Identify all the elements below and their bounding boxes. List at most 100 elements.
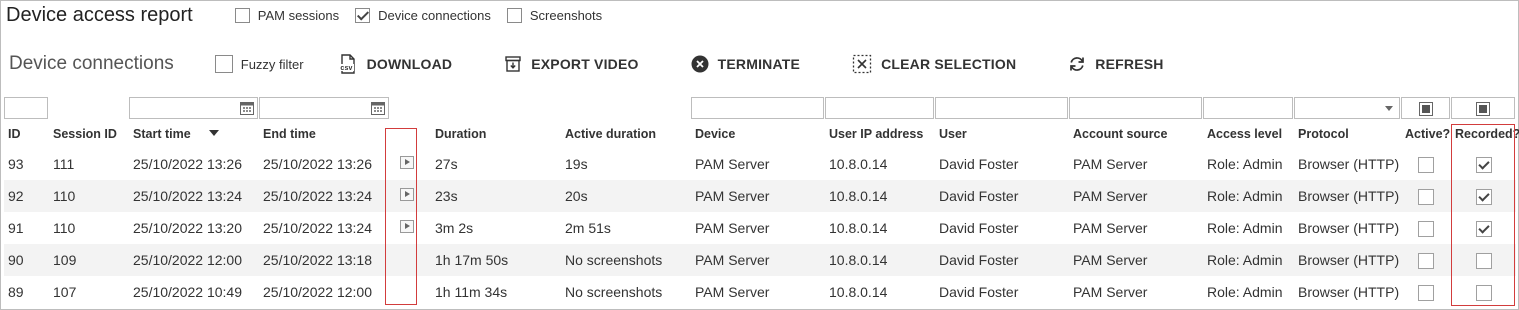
cell-recorded [1451,148,1516,180]
indeterminate-checkbox-icon[interactable] [1418,102,1433,116]
fuzzy-filter-toggle[interactable]: Fuzzy filter [214,55,304,73]
cell-device[interactable]: PAM Server [691,244,825,276]
cell-account-source[interactable]: PAM Server [1069,244,1203,276]
screenshots-checkbox[interactable] [506,7,522,23]
access-level-filter-input[interactable] [1203,97,1293,119]
cell-device[interactable]: PAM Server [691,276,825,308]
col-active[interactable]: Active? [1401,120,1451,148]
active-checkbox [1418,188,1434,205]
cell-account-source[interactable]: PAM Server [1069,148,1203,180]
user-filter-input[interactable] [935,97,1068,119]
cell-active-duration: No screenshots [565,284,663,300]
cell-user-ip: 10.8.0.14 [829,156,888,172]
recorded-filter-toggle[interactable] [1451,97,1515,119]
clear-selection-icon [852,54,872,74]
cell-session-id: 107 [53,284,77,300]
csv-file-icon: csv [338,54,355,74]
cell-account-source[interactable]: PAM Server [1069,180,1203,212]
protocol-filter-select[interactable] [1294,97,1400,119]
clear-selection-label: CLEAR SELECTION [881,56,1017,72]
col-account-source[interactable]: Account source [1069,120,1203,148]
active-filter-toggle[interactable] [1401,97,1450,119]
active-checkbox [1418,284,1434,301]
download-button[interactable]: csv DOWNLOAD [338,54,453,74]
col-session-id[interactable]: Session ID [49,120,129,148]
export-video-button[interactable]: EXPORT VIDEO [504,55,638,73]
start-time-filter-input[interactable] [129,97,258,119]
cell-user[interactable]: David Foster [935,212,1069,244]
col-user[interactable]: User [935,120,1069,148]
cell-device[interactable]: PAM Server [691,180,825,212]
col-id[interactable]: ID [4,120,49,148]
cell-duration: 27s [435,156,458,172]
cell-protocol: Browser (HTTP) [1294,180,1401,212]
play-icon[interactable] [400,156,414,169]
cell-device[interactable]: PAM Server [691,212,825,244]
chevron-down-icon[interactable] [1385,106,1393,111]
connections-table: ID Session ID Start time End time Durati… [4,96,1519,308]
cell-active-duration: No screenshots [561,244,691,276]
cell-end-time: 25/10/2022 12:00 [263,284,372,300]
cell-playback [390,180,431,212]
section-title: Device connections [9,53,174,74]
refresh-button[interactable]: REFRESH [1068,55,1163,73]
cell-active [1401,276,1451,308]
cell-active-duration: 19s [565,156,588,172]
play-icon[interactable] [400,220,414,233]
end-time-filter-input[interactable] [259,97,389,119]
table-row[interactable]: 91 110 25/10/2022 13:20 25/10/2022 13:24 3m … [4,212,1516,244]
col-device[interactable]: Device [691,120,825,148]
col-access-level[interactable]: Access level [1203,120,1294,148]
col-recorded[interactable]: Recorded? [1451,120,1519,148]
device-connections-label: Device connections [378,7,491,23]
cell-duration: 23s [431,180,561,212]
terminate-button[interactable]: TERMINATE [691,55,800,73]
cell-playback [390,148,431,180]
recorded-checkbox [1475,220,1492,237]
pam-sessions-checkbox[interactable] [234,7,250,23]
id-filter-input[interactable] [4,97,48,119]
recorded-checkbox [1475,252,1492,269]
cell-recorded [1451,276,1516,308]
cell-user[interactable]: David Foster [935,244,1069,276]
table-row[interactable]: 90 109 25/10/2022 12:00 25/10/2022 13:18 1h … [4,244,1516,276]
terminate-label: TERMINATE [717,56,801,72]
device-connections-checkbox[interactable] [355,7,371,23]
cell-device[interactable]: PAM Server [691,148,825,180]
sort-desc-icon [208,130,219,136]
cell-protocol: Browser (HTTP) [1298,220,1400,236]
calendar-icon[interactable] [371,101,385,115]
table-row[interactable]: 89 107 25/10/2022 10:49 25/10/2022 12:00 1h … [4,276,1516,308]
col-start-time[interactable]: Start time [129,120,259,148]
clear-selection-button[interactable]: CLEAR SELECTION [852,54,1016,74]
col-protocol[interactable]: Protocol [1294,120,1401,148]
fuzzy-filter-checkbox[interactable] [214,55,233,73]
pam-sessions-toggle[interactable]: PAM sessions [234,7,339,23]
cell-user[interactable]: David Foster [935,276,1069,308]
report-header: Device access report PAM sessions Device… [6,2,618,28]
cell-start-time: 25/10/2022 12:00 [129,244,259,276]
table-row[interactable]: 93 111 25/10/2022 13:26 25/10/2022 13:26 27s… [4,148,1516,180]
cell-recorded [1451,180,1516,212]
calendar-icon[interactable] [240,101,254,115]
col-end-time[interactable]: End time [259,120,390,148]
cell-account-source[interactable]: PAM Server [1069,276,1203,308]
device-filter-input[interactable] [691,97,824,119]
col-user-ip[interactable]: User IP address [825,120,935,148]
cell-id: 90 [4,244,49,276]
cell-account-source[interactable]: PAM Server [1069,212,1203,244]
cell-end-time: 25/10/2022 13:18 [259,244,390,276]
col-active-duration[interactable]: Active duration [561,120,691,148]
account-source-filter-input[interactable] [1069,97,1202,119]
ip-filter-input[interactable] [825,97,934,119]
device-connections-toggle[interactable]: Device connections [355,7,491,23]
active-checkbox [1418,156,1434,173]
cell-user[interactable]: David Foster [935,148,1069,180]
indeterminate-checkbox-icon[interactable] [1476,102,1490,116]
table-row[interactable]: 92 110 25/10/2022 13:24 25/10/2022 13:24 23s… [4,180,1516,212]
cell-access-level: Role: Admin [1203,244,1294,276]
play-icon[interactable] [400,188,414,201]
cell-user[interactable]: David Foster [935,180,1069,212]
col-duration[interactable]: Duration [431,120,561,148]
screenshots-toggle[interactable]: Screenshots [506,7,602,23]
